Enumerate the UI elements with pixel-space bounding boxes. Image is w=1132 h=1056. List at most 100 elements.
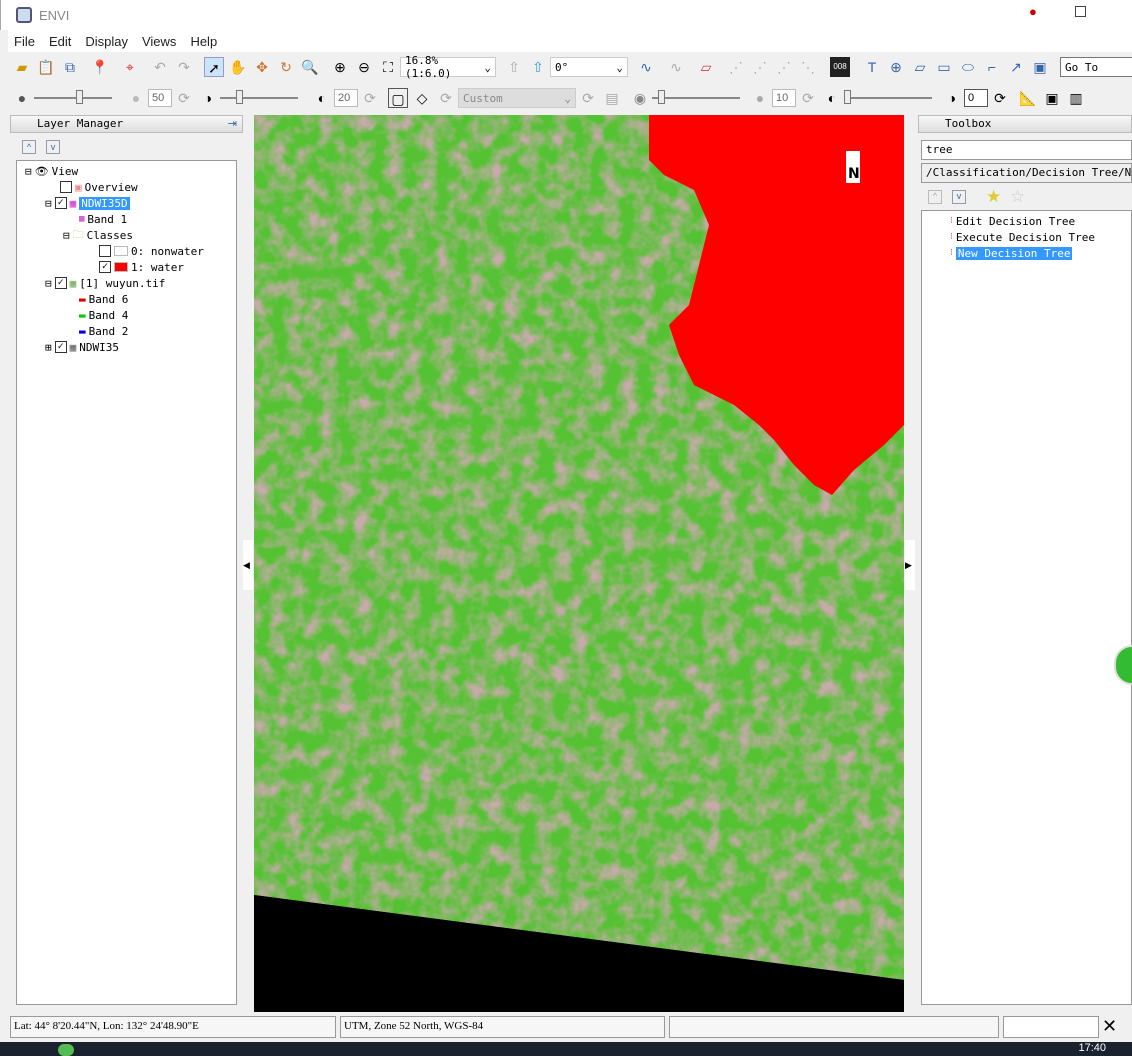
undo-icon[interactable]: ↶ xyxy=(150,57,170,77)
ellipse-annotation-icon[interactable]: ⬭ xyxy=(958,57,978,77)
crop-icon[interactable]: ⧉ xyxy=(60,57,80,77)
histogram-icon[interactable]: ▤ xyxy=(602,88,622,108)
spectral-icon[interactable]: ∿ xyxy=(666,57,686,77)
tool-execute-decision-tree[interactable]: ⁝ Execute Decision Tree xyxy=(950,229,1095,245)
undock-icon[interactable]: ⇥ xyxy=(228,117,237,130)
transparency-slider[interactable] xyxy=(844,90,932,104)
remove-favorite-icon[interactable]: ☆ xyxy=(1010,187,1025,207)
picture-annotation-icon[interactable]: ▣ xyxy=(1030,57,1050,77)
collapse-icon[interactable]: ⊟ xyxy=(45,197,52,210)
rectangle-annotation-icon[interactable]: ▭ xyxy=(934,57,954,77)
zoom-select[interactable]: 16.8% (1:6.0) ⌄ xyxy=(400,54,496,80)
profile-icon[interactable]: ∿ xyxy=(636,57,656,77)
stretch-refresh-icon[interactable]: ⟳ xyxy=(436,88,456,108)
measure-icon[interactable]: 📐 xyxy=(1018,88,1038,108)
menu-help[interactable]: Help xyxy=(190,34,217,49)
collapse-right-handle[interactable]: ▶ xyxy=(905,540,915,590)
tree-item-band1[interactable]: ▦ Band 1 xyxy=(79,211,127,227)
full-extent-icon[interactable]: ▢ xyxy=(388,88,408,108)
portal-icon[interactable]: ▥ xyxy=(1066,88,1086,108)
rotation-select[interactable]: 0° ⌄ xyxy=(550,57,628,77)
tree-item-nonwater[interactable]: 0: nonwater xyxy=(99,243,204,259)
text-annotation-icon[interactable]: T xyxy=(862,57,882,77)
reset-icon[interactable]: ⟳ xyxy=(174,88,194,108)
tree-item-ndwi35[interactable]: ⊞ ✓ ▦ NDWI35 xyxy=(45,339,119,355)
contrast-value[interactable]: 20 xyxy=(334,89,358,107)
cancel-icon[interactable]: ✕ xyxy=(1102,1016,1117,1037)
checkbox[interactable]: ✓ xyxy=(99,261,111,273)
checkbox[interactable] xyxy=(99,245,111,257)
tool-new-decision-tree[interactable]: ⁝ New Decision Tree xyxy=(950,245,1073,261)
contrast-slider[interactable] xyxy=(220,90,298,104)
brightness-slider[interactable] xyxy=(34,90,112,104)
pin-icon[interactable]: 📍 xyxy=(90,57,110,77)
tree-item-overview[interactable]: ▣ Overview xyxy=(60,179,138,195)
checkbox[interactable]: ✓ xyxy=(54,277,67,289)
reset-icon[interactable]: ⟳ xyxy=(578,88,598,108)
collapse-left-handle[interactable]: ◀ xyxy=(243,540,253,590)
tree-item-wuyun[interactable]: ⊟ ✓ ▦ [1] wuyun.tif xyxy=(45,275,165,291)
vertex-join-icon[interactable]: ⋱ xyxy=(798,57,818,77)
vertex-delete-icon[interactable]: ⋰ xyxy=(774,57,794,77)
select-arrow-icon[interactable]: ➚ xyxy=(204,57,224,77)
collapse-icon[interactable]: ⊟ xyxy=(45,277,52,290)
tree-item-ndwi35d[interactable]: ⊟ ✓ ▦ NDWI35D xyxy=(45,195,130,211)
taskbar-app-icon[interactable] xyxy=(58,1044,74,1056)
tree-item-band2[interactable]: ▬ Band 2 xyxy=(79,323,128,339)
zoom-fit-icon[interactable]: ⛶ xyxy=(378,57,398,77)
reset-icon[interactable]: ⟳ xyxy=(990,88,1010,108)
sharpen-value[interactable]: 10 xyxy=(772,89,796,107)
stretch-select[interactable]: Custom ⌄ xyxy=(458,88,576,108)
tree-item-classes[interactable]: ⊟ 🗀 Classes xyxy=(63,227,133,243)
vertex-edit-icon[interactable]: ⋰ xyxy=(750,57,770,77)
move-up-button[interactable]: ^ xyxy=(22,140,36,154)
move-down-button[interactable]: v xyxy=(46,140,60,154)
menu-edit[interactable]: Edit xyxy=(49,34,71,49)
brightness-value[interactable]: 50 xyxy=(148,89,172,107)
arrow-annotation-icon[interactable]: ↗ xyxy=(1006,57,1026,77)
checkbox[interactable]: ✓ xyxy=(54,341,67,353)
transparency-value[interactable]: 0 xyxy=(964,89,988,107)
tree-item-band6[interactable]: ▬ Band 6 xyxy=(79,291,128,307)
move-up-button[interactable]: ^ xyxy=(928,190,942,204)
minimize-button[interactable]: ● xyxy=(1029,4,1037,19)
zoom-out-icon[interactable]: ⊖ xyxy=(354,57,374,77)
polyline-annotation-icon[interactable]: ⌐ xyxy=(982,57,1002,77)
fit-extent-icon[interactable]: ◇ xyxy=(412,88,432,108)
tree-item-view[interactable]: ⊟ 👁 View xyxy=(25,163,78,179)
move-down-button[interactable]: v xyxy=(952,190,966,204)
menu-file[interactable]: File xyxy=(14,34,35,49)
tool-edit-decision-tree[interactable]: ⁝ Edit Decision Tree xyxy=(950,213,1075,229)
pan-hand-icon[interactable]: ✋ xyxy=(228,57,248,77)
collapse-icon[interactable]: ⊟ xyxy=(25,165,32,178)
rotate-icon[interactable]: ↻ xyxy=(276,57,296,77)
image-view[interactable]: N xyxy=(254,115,904,1012)
reset-icon[interactable]: ⟳ xyxy=(360,88,380,108)
clipboard-icon[interactable]: 📋 xyxy=(36,57,56,77)
menu-views[interactable]: Views xyxy=(142,34,176,49)
crosshair-icon[interactable]: ⌖ xyxy=(120,57,140,77)
open-icon[interactable]: ▰ xyxy=(12,57,32,77)
checkbox[interactable] xyxy=(60,181,72,193)
expand-icon[interactable]: ⊞ xyxy=(45,341,52,354)
roi-icon[interactable]: ▱ xyxy=(696,57,716,77)
add-favorite-icon[interactable]: ★ xyxy=(986,187,1001,207)
symbol-annotation-icon[interactable]: ⊕ xyxy=(886,57,906,77)
collapse-icon[interactable]: ⊟ xyxy=(63,229,70,242)
menu-display[interactable]: Display xyxy=(85,34,128,49)
tree-item-water[interactable]: ✓ 1: water xyxy=(99,259,184,275)
redo-icon[interactable]: ↷ xyxy=(174,57,194,77)
checkbox[interactable]: ✓ xyxy=(54,197,67,209)
tree-item-band4[interactable]: ▬ Band 4 xyxy=(79,307,128,323)
fly-icon[interactable]: ✥ xyxy=(252,57,272,77)
counter-icon[interactable]: 008 xyxy=(830,57,850,77)
maximize-button[interactable] xyxy=(1075,6,1086,17)
chip-icon[interactable]: ▣ xyxy=(1042,88,1062,108)
reset-icon[interactable]: ⟳ xyxy=(798,88,818,108)
toolbox-search-input[interactable]: tree xyxy=(921,140,1132,160)
zoom-in-icon[interactable]: ⊕ xyxy=(330,57,350,77)
zoom-box-icon[interactable]: 🔍 xyxy=(300,57,320,77)
vertex-add-icon[interactable]: ⋰ xyxy=(726,57,746,77)
rotate-north-icon[interactable]: ⇧ xyxy=(528,57,548,77)
north-up-icon[interactable]: ⇧ xyxy=(504,57,524,77)
